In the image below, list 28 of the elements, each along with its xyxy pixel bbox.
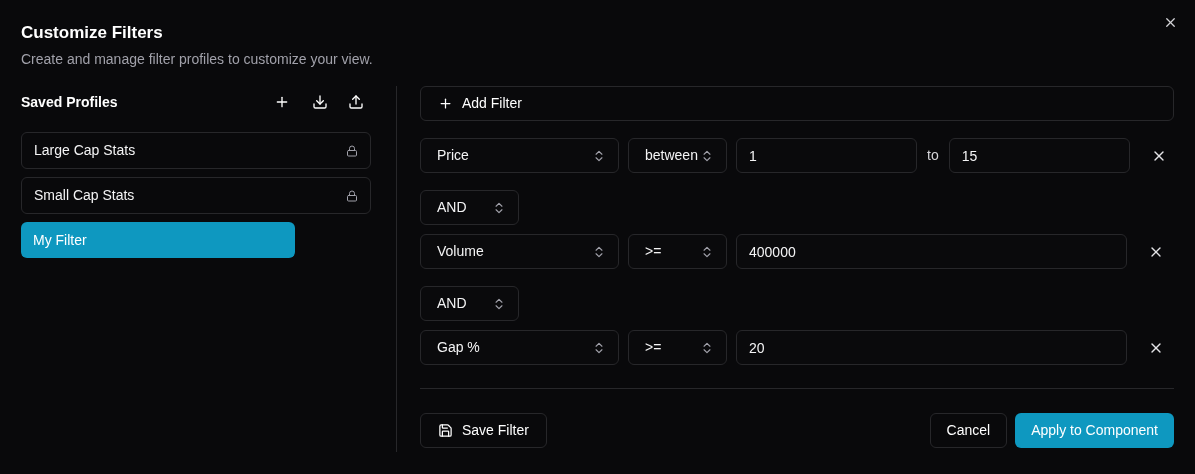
field-select[interactable]: Volume [420,234,619,269]
operator-select[interactable]: between [628,138,727,173]
close-icon[interactable] [1163,15,1178,30]
download-icon[interactable] [312,94,328,110]
dialog-description: Create and manage filter profiles to customize your view. [21,50,374,69]
section-heading: Saved Profiles [21,92,119,112]
value-field[interactable]: 20 [736,330,1127,365]
add-icon[interactable] [274,94,290,110]
value-field[interactable]: 15 [948,138,1130,173]
add-filter-button[interactable]: Add Filter [420,86,1174,121]
connector-select[interactable]: AND [420,190,519,225]
profile-item[interactable]: Large Cap Stats [21,132,371,169]
chevrons-icon [700,244,714,259]
profile-item[interactable]: Small Cap Stats [21,177,371,214]
operator-select[interactable]: >= [628,234,727,269]
operator-select[interactable]: >= [628,330,727,365]
dialog-title: Customize Filters [21,22,164,44]
upload-icon[interactable] [348,94,364,110]
connector-select[interactable]: AND [420,286,519,321]
range-label: to [927,146,939,165]
field-select[interactable]: Gap % [420,330,619,365]
field-select[interactable]: Price [420,138,619,173]
cancel-button[interactable]: Cancel [929,413,1008,448]
save-filter-button[interactable]: Save Filter [420,413,547,448]
value-field[interactable]: 400000 [736,234,1127,269]
plus-icon [438,96,453,111]
chevrons-icon [592,244,606,259]
value-field[interactable]: 1 [736,138,917,173]
